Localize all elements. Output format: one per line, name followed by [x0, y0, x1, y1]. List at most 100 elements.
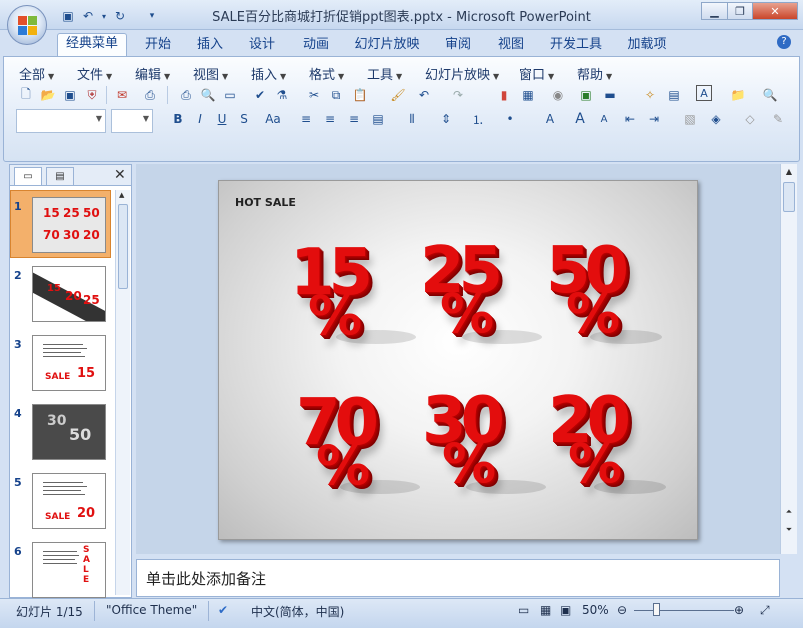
italic-icon[interactable]: I: [190, 109, 210, 129]
font-color-icon[interactable]: A: [540, 109, 560, 129]
redo-icon[interactable]: ↷: [448, 85, 468, 105]
menu-slideshow[interactable]: 幻灯片放映 ▼: [425, 64, 499, 83]
slides-tab[interactable]: ▭: [14, 167, 42, 185]
tab-developer[interactable]: 开发工具: [544, 35, 608, 56]
scroll-thumb[interactable]: [783, 182, 795, 212]
scroll-thumb[interactable]: [118, 204, 128, 289]
arrange-icon[interactable]: ▧: [680, 109, 700, 129]
zoom-level[interactable]: 50%: [582, 603, 609, 617]
font-name-combo[interactable]: ▼: [16, 109, 106, 133]
line-color-icon[interactable]: ▬: [600, 85, 620, 105]
tab-insert[interactable]: 插入: [189, 35, 231, 56]
shape-outline-icon[interactable]: ✎: [768, 109, 788, 129]
chart-icon[interactable]: ▮: [494, 85, 514, 105]
slide-thumbnail-5[interactable]: SALE 20: [32, 473, 106, 529]
save-icon[interactable]: ▣: [60, 85, 80, 105]
menu-edit[interactable]: 编辑 ▼: [135, 64, 170, 83]
minimize-button[interactable]: ▁: [701, 2, 728, 20]
new-slide-icon[interactable]: ✧: [640, 85, 660, 105]
research-icon[interactable]: ⚗: [272, 85, 292, 105]
numbering-icon[interactable]: ⒈: [468, 109, 488, 129]
underline-icon[interactable]: U: [212, 109, 232, 129]
zoom-slider-thumb[interactable]: [653, 603, 660, 616]
tab-classic-menu[interactable]: 经典菜单: [57, 33, 127, 57]
zoom-in-icon[interactable]: ⊕: [734, 603, 744, 617]
close-pane-icon[interactable]: ✕: [114, 167, 126, 183]
bullets-icon[interactable]: •: [500, 109, 520, 129]
copy-icon[interactable]: ⧉: [326, 85, 346, 105]
menu-view[interactable]: 视图 ▼: [193, 64, 228, 83]
table-icon[interactable]: ▦: [518, 85, 538, 105]
maximize-button[interactable]: ❐: [727, 2, 753, 20]
folder-icon[interactable]: 📁: [728, 85, 748, 105]
slide-thumbnail-2[interactable]: 15 20 25: [32, 266, 106, 322]
next-slide-icon[interactable]: ⏷: [781, 522, 797, 538]
undo-icon[interactable]: ↶: [414, 85, 434, 105]
shadow-icon[interactable]: S: [234, 109, 254, 129]
font-size-combo[interactable]: ▼: [111, 109, 153, 133]
tab-design[interactable]: 设计: [241, 35, 283, 56]
menu-format[interactable]: 格式 ▼: [309, 64, 344, 83]
normal-view-icon[interactable]: ▭: [518, 603, 529, 617]
layout-icon[interactable]: ▤: [664, 85, 684, 105]
help-icon[interactable]: ?: [777, 35, 791, 49]
spelling-icon[interactable]: ✔: [250, 85, 270, 105]
scroll-up-icon[interactable]: ▲: [119, 191, 124, 199]
grow-font-icon[interactable]: A: [570, 109, 590, 129]
slide-thumbnail-6[interactable]: SALE: [32, 542, 106, 598]
outline-tab[interactable]: ▤: [46, 167, 74, 185]
bold-icon[interactable]: B: [168, 109, 188, 129]
fit-to-window-icon[interactable]: ⤢: [760, 603, 770, 618]
scroll-up-icon[interactable]: ▲: [781, 164, 797, 180]
decrease-indent-icon[interactable]: ⇤: [620, 109, 640, 129]
quick-styles-icon[interactable]: ◈: [706, 109, 726, 129]
slide-thumbnail-4[interactable]: 30 50: [32, 404, 106, 460]
discount-50-graphic[interactable]: 50 %: [546, 234, 629, 354]
align-center-icon[interactable]: ≡: [320, 109, 340, 129]
open-folder-icon[interactable]: 📂: [38, 85, 58, 105]
align-left-icon[interactable]: ≡: [296, 109, 316, 129]
spelling-check-icon[interactable]: ✔: [218, 603, 228, 617]
zoom-icon[interactable]: 🔍: [760, 85, 780, 105]
shrink-font-icon[interactable]: A: [594, 109, 614, 129]
email-icon[interactable]: ✉: [112, 85, 132, 105]
columns-icon[interactable]: ⫴: [402, 109, 422, 129]
slide-scrollbar[interactable]: ▲ ⏶ ⏷: [780, 164, 797, 554]
menu-file[interactable]: 文件 ▼: [77, 64, 112, 83]
discount-20-graphic[interactable]: 20 %: [548, 384, 631, 504]
discount-70-graphic[interactable]: 70 %: [296, 386, 379, 506]
zoom-slider[interactable]: [634, 610, 734, 611]
close-button[interactable]: ✕: [752, 2, 798, 20]
view-icon[interactable]: ▭: [220, 85, 240, 105]
format-painter-icon[interactable]: 🖌: [388, 85, 408, 105]
discount-25-graphic[interactable]: 25 %: [420, 234, 503, 354]
cut-icon[interactable]: ✂: [304, 85, 324, 105]
shape-fill-icon[interactable]: ◇: [740, 109, 760, 129]
change-case-icon[interactable]: Aa: [260, 109, 286, 129]
slide-thumbnail-3[interactable]: SALE 15: [32, 335, 106, 391]
tab-view[interactable]: 视图: [490, 35, 532, 56]
tab-slideshow[interactable]: 幻灯片放映: [349, 35, 425, 56]
justify-icon[interactable]: ▤: [368, 109, 388, 129]
print-icon[interactable]: ⎙: [176, 85, 196, 105]
picture-icon[interactable]: ▣: [576, 85, 596, 105]
zoom-out-icon[interactable]: ⊖: [617, 603, 627, 617]
clipart-icon[interactable]: ◉: [548, 85, 568, 105]
tab-addins[interactable]: 加载项: [620, 35, 674, 56]
menu-help[interactable]: 帮助 ▼: [577, 64, 612, 83]
print-preview-icon[interactable]: 🔍: [198, 85, 218, 105]
discount-15-graphic[interactable]: 15 %: [290, 236, 373, 356]
menu-insert[interactable]: 插入 ▼: [251, 64, 286, 83]
slides-scrollbar[interactable]: ▲: [115, 190, 130, 595]
align-right-icon[interactable]: ≡: [344, 109, 364, 129]
slideshow-view-icon[interactable]: ▣: [560, 603, 571, 617]
paste-icon[interactable]: 📋: [350, 85, 370, 105]
office-button[interactable]: [7, 5, 47, 45]
menu-window[interactable]: 窗口 ▼: [519, 64, 554, 83]
tab-animations[interactable]: 动画: [293, 35, 339, 56]
slide-thumbnail-1[interactable]: 15 25 50 70 30 20: [32, 197, 106, 253]
textbox-icon[interactable]: A: [696, 85, 712, 101]
new-doc-icon[interactable]: 🗋: [16, 85, 36, 105]
permission-icon[interactable]: ⛨: [82, 85, 102, 105]
tab-home[interactable]: 开始: [137, 35, 179, 56]
